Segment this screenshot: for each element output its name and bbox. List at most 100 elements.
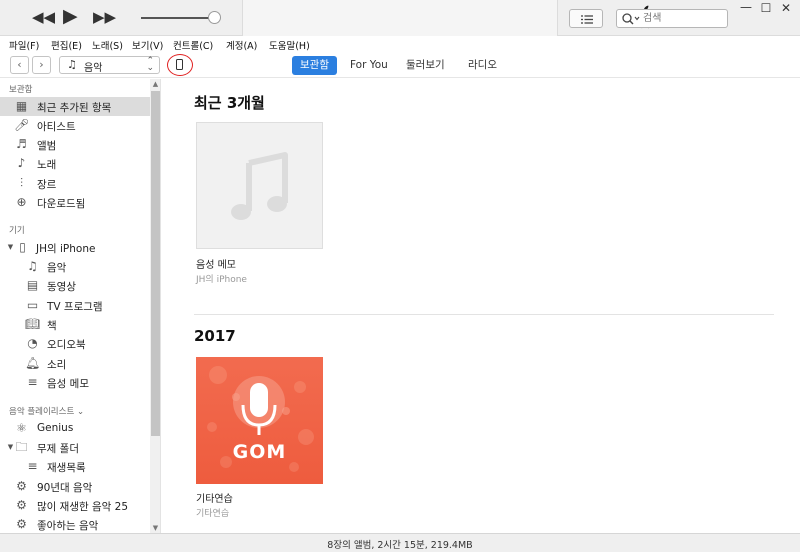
- sidebar-item-device-music[interactable]: ♫ 음악: [0, 257, 150, 276]
- volume-slider[interactable]: [141, 17, 217, 19]
- sidebar-item-label: 많이 재생한 음악 25: [37, 501, 128, 513]
- music-note-icon: ♫: [27, 259, 38, 273]
- menu-file[interactable]: 파일(F): [9, 38, 39, 52]
- sidebar-item-genres[interactable]: ⫶ 장르: [0, 174, 150, 193]
- sidebar-item-songs[interactable]: ♪ 노래: [0, 154, 150, 173]
- bell-icon: 🔔︎: [25, 356, 41, 370]
- forward-button[interactable]: ›: [32, 56, 51, 74]
- fast-forward-icon[interactable]: ▶▶: [93, 7, 116, 27]
- download-icon: ⊕: [16, 195, 27, 209]
- sidebar-item-label: 오디오북: [47, 339, 86, 351]
- sidebar-item-label: 아티스트: [37, 121, 76, 133]
- sidebar-item-device-tv[interactable]: ▭ TV 프로그램: [0, 296, 150, 315]
- album-cover-voice-memos[interactable]: [196, 122, 323, 249]
- sidebar-item-untitled-folder[interactable]: ▼ 🗀 무제 폴더: [0, 438, 150, 457]
- film-icon: ▤: [26, 278, 39, 292]
- sidebar-item-device-tones[interactable]: 🔔︎ 소리: [0, 354, 150, 373]
- sidebar-item-genius[interactable]: ⚛ Genius: [0, 419, 150, 438]
- genre-icon: ⫶: [19, 176, 23, 190]
- album-cover-guitar-practice[interactable]: GOM: [196, 357, 323, 484]
- gear-icon: ⚙: [16, 517, 27, 531]
- audiobook-icon: ◔: [27, 336, 38, 350]
- menu-account[interactable]: 계정(A): [226, 38, 257, 52]
- menu-controls[interactable]: 컨트롤(C): [173, 38, 213, 52]
- sidebar-item-albums[interactable]: ♬ 앨범: [0, 135, 150, 154]
- sidebar-item-device[interactable]: ▼ ▯ JH의 iPhone: [0, 238, 150, 257]
- scroll-up-icon[interactable]: ▲: [150, 80, 160, 88]
- tab-for-you[interactable]: For You: [342, 56, 396, 75]
- gom-microphone-art: [207, 366, 314, 472]
- sidebar-item-artists[interactable]: 🎤︎ 아티스트: [0, 116, 150, 135]
- album-title[interactable]: 기타연습: [196, 490, 233, 505]
- scrollbar-thumb[interactable]: [151, 91, 160, 436]
- sidebar-item-device-voice-memos[interactable]: ≡ 음성 메모: [0, 373, 150, 392]
- playlists-header[interactable]: 음악 플레이리스트 ⌄: [9, 405, 84, 417]
- iphone-icon: [176, 59, 183, 70]
- sidebar-item-label: 좋아하는 음악: [37, 520, 99, 532]
- sidebar-item-label: 앨범: [37, 140, 57, 152]
- library-header: 보관함: [9, 85, 33, 95]
- album-icon: ♬: [16, 137, 27, 151]
- sidebar-item-label: 재생목록: [47, 462, 86, 474]
- sidebar-item-label: 음성 메모: [47, 378, 89, 390]
- sidebar-item-top-25[interactable]: ⚙ 많이 재생한 음악 25: [0, 496, 150, 515]
- sidebar-item-device-movies[interactable]: ▤ 동영상: [0, 276, 150, 295]
- close-button[interactable]: ✕: [777, 1, 795, 15]
- sidebar-item-favorites[interactable]: ⚙ 좋아하는 음악: [0, 515, 150, 533]
- sidebar-item-downloaded[interactable]: ⊕ 다운로드됨: [0, 193, 150, 212]
- menu-song[interactable]: 노래(S): [92, 38, 123, 52]
- sidebar-item-device-audiobooks[interactable]: ◔ 오디오북: [0, 334, 150, 353]
- sidebar-item-90s-music[interactable]: ⚙ 90년대 음악: [0, 477, 150, 496]
- playlist-icon: ≡: [27, 459, 38, 473]
- gear-icon: ⚙: [16, 479, 27, 493]
- sidebar-item-label: 소리: [47, 359, 67, 371]
- chevron-updown-icon: ⌃ ⌄: [146, 56, 154, 73]
- player-bar: ◀◀ ▶ ▶▶ — ☐ ✕: [0, 0, 800, 36]
- sidebar-item-label: 동영상: [47, 281, 76, 293]
- album-art-logo-text: GOM: [232, 441, 287, 463]
- search-box[interactable]: [616, 9, 728, 28]
- play-icon[interactable]: ▶: [63, 6, 78, 26]
- album-artist[interactable]: 기타연습: [196, 506, 229, 519]
- main-content: 최근 3개월 음성 메모 JH의 iPhone 2017 GOM 기타연습 기타…: [162, 79, 800, 533]
- library-summary: 8장의 앨범, 2시간 15분, 219.4MB: [327, 540, 473, 551]
- sidebar-scrollbar[interactable]: ▲ ▼: [150, 79, 160, 533]
- album-title[interactable]: 음성 메모: [196, 256, 236, 271]
- rewind-icon[interactable]: ◀◀: [32, 7, 55, 27]
- music-note-placeholder-icon: [231, 152, 288, 220]
- gear-icon: ⚙: [16, 498, 27, 512]
- genius-icon: ⚛: [16, 421, 27, 435]
- sidebar-item-recently-added[interactable]: ▦ 최근 추가된 항목: [0, 97, 150, 116]
- menu-edit[interactable]: 편집(E): [51, 38, 82, 52]
- volume-knob[interactable]: [208, 11, 221, 24]
- list-view-button[interactable]: [569, 9, 603, 28]
- device-name: JH의 iPhone: [36, 243, 96, 255]
- device-button[interactable]: [167, 54, 193, 76]
- sidebar-item-label: 무제 폴더: [37, 443, 79, 455]
- lcd-display: [242, 0, 653, 36]
- media-type-select[interactable]: ♫ 음악 ⌃ ⌄: [59, 56, 160, 74]
- maximize-button[interactable]: ☐: [757, 1, 775, 15]
- search-input[interactable]: [643, 11, 725, 26]
- folder-icon: 🗀: [15, 440, 28, 454]
- menu-view[interactable]: 보기(V): [132, 38, 163, 52]
- sidebar-item-device-books[interactable]: 📖︎ 책: [0, 315, 150, 334]
- list-icon: [581, 15, 593, 24]
- sidebar-item-playlist[interactable]: ≡ 재생목록: [0, 457, 150, 476]
- sidebar-item-label: 음악: [47, 262, 67, 274]
- music-note-icon: ♫: [67, 58, 77, 71]
- chevron-right-icon: ›: [39, 58, 44, 71]
- tab-browse[interactable]: 둘러보기: [398, 56, 453, 75]
- sidebar-item-label: Genius: [37, 422, 74, 434]
- menu-help[interactable]: 도움말(H): [269, 38, 310, 52]
- back-button[interactable]: ‹: [10, 56, 29, 74]
- scroll-down-icon[interactable]: ▼: [150, 524, 160, 532]
- album-artist[interactable]: JH의 iPhone: [196, 272, 247, 285]
- tab-library[interactable]: 보관함: [292, 56, 337, 75]
- sidebar-item-label: 90년대 음악: [37, 482, 93, 494]
- minimize-button[interactable]: —: [737, 0, 755, 14]
- tab-radio[interactable]: 라디오: [460, 56, 505, 75]
- sidebar-item-label: 장르: [37, 179, 57, 191]
- sidebar-item-label: 다운로드됨: [37, 198, 86, 210]
- search-icon: [622, 13, 640, 25]
